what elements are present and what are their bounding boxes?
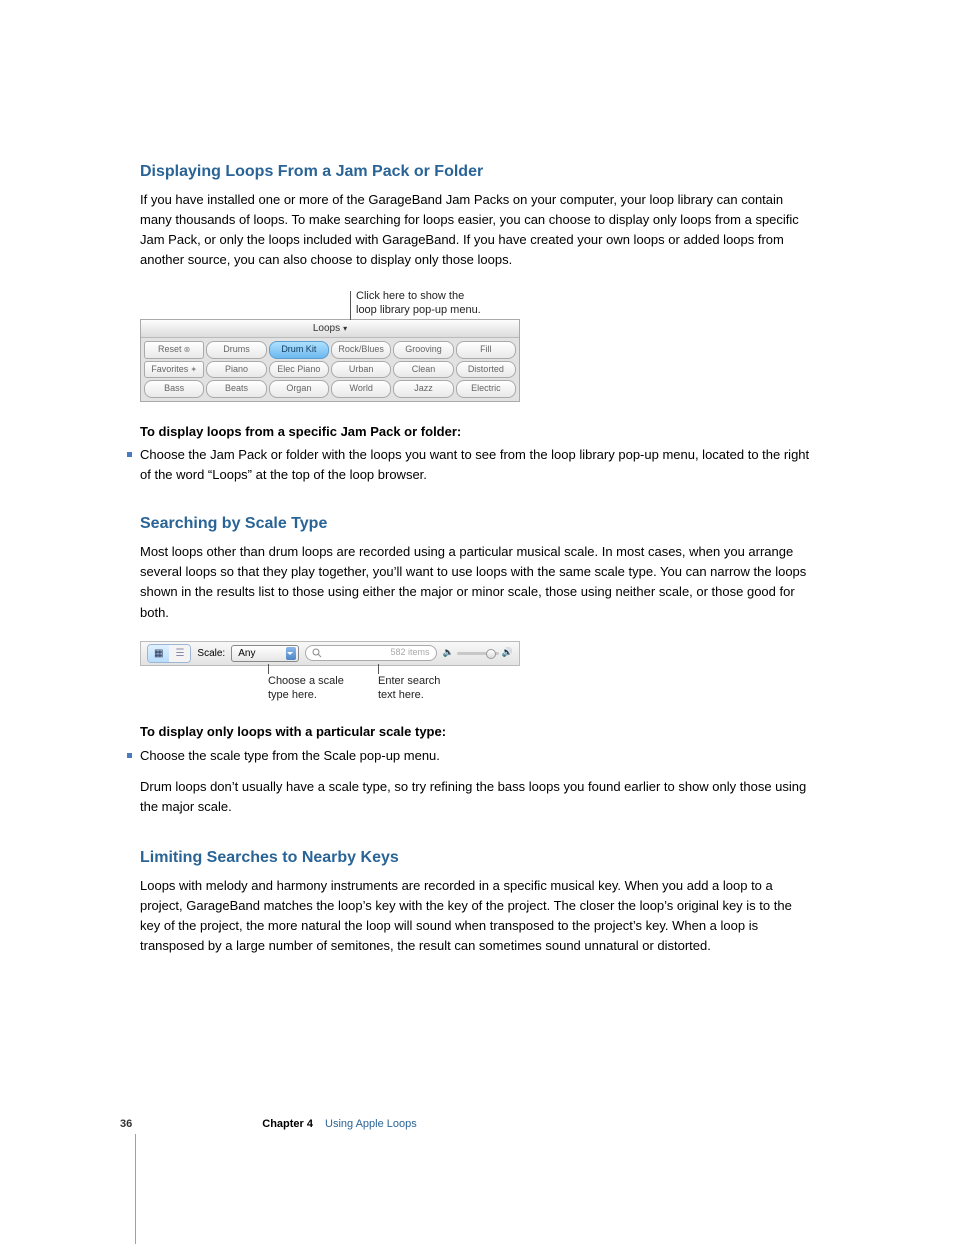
speaker-low-icon: 🔈 xyxy=(443,646,454,660)
category-elec-piano[interactable]: Elec Piano xyxy=(269,361,329,379)
heading-nearby-keys: Limiting Searches to Nearby Keys xyxy=(140,846,814,870)
intro-jam-pack: To display loops from a specific Jam Pac… xyxy=(140,422,814,442)
heading-displaying-loops: Displaying Loops From a Jam Pack or Fold… xyxy=(140,160,814,184)
category-beats[interactable]: Beats xyxy=(206,380,266,398)
para-drum-loops-note: Drum loops don’t usually have a scale ty… xyxy=(140,777,814,817)
intro-scale-type: To display only loops with a particular … xyxy=(140,722,814,742)
loop-browser-header-label: Loops xyxy=(313,323,340,334)
category-drums[interactable]: Drums xyxy=(206,341,266,359)
page-footer: 36 Chapter 4 Using Apple Loops xyxy=(140,1116,814,1133)
page-number: 36 xyxy=(120,1116,132,1133)
bullet-square-icon xyxy=(127,753,132,758)
category-world[interactable]: World xyxy=(331,380,391,398)
category-drum-kit[interactable]: Drum Kit xyxy=(269,341,329,359)
category-bass[interactable]: Bass xyxy=(144,380,204,398)
para-scale-type: Most loops other than drum loops are rec… xyxy=(140,542,814,623)
category-fill[interactable]: Fill xyxy=(456,341,516,359)
reset-button[interactable]: Reset⊗ xyxy=(144,341,204,359)
volume-slider-track[interactable] xyxy=(457,652,499,655)
loop-browser-annotation: Click here to show the loop library pop-… xyxy=(350,289,481,318)
favorites-star-icon: ✦ xyxy=(190,365,197,374)
search-input[interactable]: 582 items xyxy=(305,645,436,661)
scale-annotations: Choose a scale type here. Enter search t… xyxy=(140,668,520,703)
category-grooving[interactable]: Grooving xyxy=(393,341,453,359)
loop-category-grid: Reset⊗ Drums Drum Kit Rock/Blues Groovin… xyxy=(141,338,519,401)
scale-toolbar: ▦ ☰ Scale: Any 582 items 🔈 🔊 xyxy=(140,641,520,666)
loop-browser-figure: Click here to show the loop library pop-… xyxy=(140,289,520,402)
volume-control[interactable]: 🔈 🔊 xyxy=(443,646,513,660)
loop-browser-header[interactable]: Loops▾ xyxy=(141,320,519,338)
volume-slider-thumb[interactable] xyxy=(486,649,496,659)
view-mode-toggle[interactable]: ▦ ☰ xyxy=(147,644,191,663)
category-jazz[interactable]: Jazz xyxy=(393,380,453,398)
scale-toolbar-figure: ▦ ☰ Scale: Any 582 items 🔈 🔊 Choose a sc… xyxy=(140,641,520,703)
category-piano[interactable]: Piano xyxy=(206,361,266,379)
category-rock-blues[interactable]: Rock/Blues xyxy=(331,341,391,359)
category-clean[interactable]: Clean xyxy=(393,361,453,379)
dropdown-arrows-icon: ▾ xyxy=(343,324,347,333)
grid-view-icon[interactable]: ▦ xyxy=(148,645,169,662)
bullet-square-icon xyxy=(127,452,132,457)
category-distorted[interactable]: Distorted xyxy=(456,361,516,379)
search-icon xyxy=(312,648,322,658)
heading-scale-type: Searching by Scale Type xyxy=(140,512,814,536)
para-nearby-keys: Loops with melody and harmony instrument… xyxy=(140,876,814,957)
bullet-jam-pack: Choose the Jam Pack or folder with the l… xyxy=(140,445,814,484)
reset-x-icon: ⊗ xyxy=(184,345,191,354)
bullet-scale-type: Choose the scale type from the Scale pop… xyxy=(140,746,814,766)
scale-select[interactable]: Any xyxy=(231,645,299,662)
para-displaying-loops: If you have installed one or more of the… xyxy=(140,190,814,271)
category-electric[interactable]: Electric xyxy=(456,380,516,398)
loop-browser-panel: Loops▾ Reset⊗ Drums Drum Kit Rock/Blues … xyxy=(140,319,520,402)
bullet-scale-type-text: Choose the scale type from the Scale pop… xyxy=(140,746,440,766)
scale-label: Scale: xyxy=(197,646,225,661)
annotation-line2: loop library pop-up menu. xyxy=(356,304,481,316)
category-urban[interactable]: Urban xyxy=(331,361,391,379)
column-view-icon[interactable]: ☰ xyxy=(169,645,190,662)
margin-rule xyxy=(135,1134,136,1244)
annotation-line1: Click here to show the xyxy=(356,290,464,302)
favorites-button[interactable]: Favorites✦ xyxy=(144,361,204,379)
search-items-count: 582 items xyxy=(322,646,429,660)
annotation-search-field: Enter search text here. xyxy=(378,668,468,703)
chapter-title: Using Apple Loops xyxy=(325,1116,417,1133)
speaker-high-icon: 🔊 xyxy=(502,646,513,660)
category-organ[interactable]: Organ xyxy=(269,380,329,398)
bullet-jam-pack-text: Choose the Jam Pack or folder with the l… xyxy=(140,445,814,484)
chapter-label: Chapter 4 xyxy=(262,1116,313,1133)
annotation-scale-select: Choose a scale type here. xyxy=(268,668,358,703)
